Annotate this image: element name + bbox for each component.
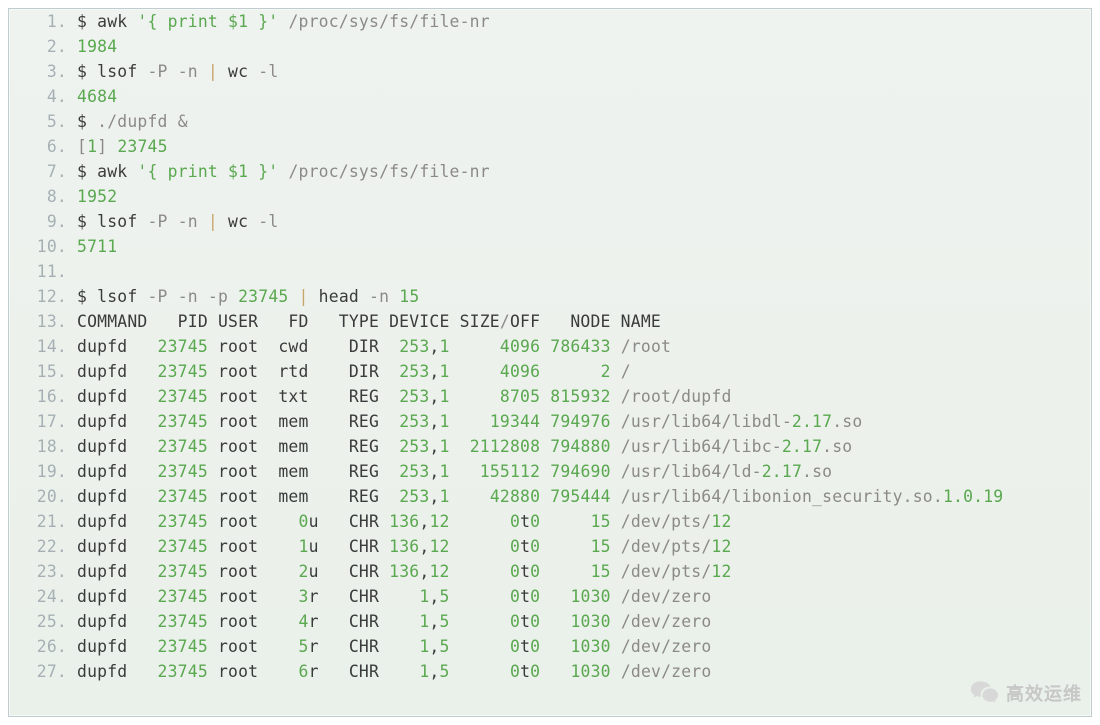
- line-number: 13.: [9, 309, 77, 334]
- line-number: 17.: [9, 409, 77, 434]
- code-line: 18.dupfd 23745 root mem REG 253,1 211280…: [9, 434, 1091, 459]
- line-content: dupfd 23745 root 1u CHR 136,12 0t0 15 /d…: [77, 534, 732, 559]
- code-line: 19.dupfd 23745 root mem REG 253,1 155112…: [9, 459, 1091, 484]
- code-line: 15.dupfd 23745 root rtd DIR 253,1 4096 2…: [9, 359, 1091, 384]
- line-content: dupfd 23745 root 0u CHR 136,12 0t0 15 /d…: [77, 509, 732, 534]
- line-number: 3.: [9, 59, 77, 84]
- code-line: 13.COMMAND PID USER FD TYPE DEVICE SIZE/…: [9, 309, 1091, 334]
- code-line: 26.dupfd 23745 root 5r CHR 1,5 0t0 1030 …: [9, 634, 1091, 659]
- line-content: dupfd 23745 root rtd DIR 253,1 4096 2 /: [77, 359, 631, 384]
- line-number: 12.: [9, 284, 77, 309]
- line-number: 7.: [9, 159, 77, 184]
- code-line: 10.5711: [9, 234, 1091, 259]
- code-line: 11.: [9, 259, 1091, 284]
- line-content: [1] 23745: [77, 134, 168, 159]
- line-content: $ lsof -P -n | wc -l: [77, 59, 278, 84]
- line-number: 11.: [9, 259, 77, 284]
- terminal-frame: 1.$ awk '{ print $1 }' /proc/sys/fs/file…: [8, 8, 1092, 717]
- line-content: dupfd 23745 root 5r CHR 1,5 0t0 1030 /de…: [77, 634, 711, 659]
- code-line: 6.[1] 23745: [9, 134, 1091, 159]
- line-content: dupfd 23745 root 2u CHR 136,12 0t0 15 /d…: [77, 559, 732, 584]
- code-line: 3.$ lsof -P -n | wc -l: [9, 59, 1091, 84]
- line-content: dupfd 23745 root 6r CHR 1,5 0t0 1030 /de…: [77, 659, 711, 684]
- code-line: 2.1984: [9, 34, 1091, 59]
- line-number: 8.: [9, 184, 77, 209]
- line-number: 16.: [9, 384, 77, 409]
- code-line: 9.$ lsof -P -n | wc -l: [9, 209, 1091, 234]
- code-line: 16.dupfd 23745 root txt REG 253,1 8705 8…: [9, 384, 1091, 409]
- code-line: 14.dupfd 23745 root cwd DIR 253,1 4096 7…: [9, 334, 1091, 359]
- line-content: 1952: [77, 184, 117, 209]
- line-content: $ awk '{ print $1 }' /proc/sys/fs/file-n…: [77, 159, 490, 184]
- code-line: 5.$ ./dupfd &: [9, 109, 1091, 134]
- line-number: 6.: [9, 134, 77, 159]
- code-line: 21.dupfd 23745 root 0u CHR 136,12 0t0 15…: [9, 509, 1091, 534]
- line-content: 1984: [77, 34, 117, 59]
- line-number: 9.: [9, 209, 77, 234]
- line-content: $ ./dupfd &: [77, 109, 188, 134]
- line-number: 19.: [9, 459, 77, 484]
- line-number: 20.: [9, 484, 77, 509]
- line-content: dupfd 23745 root txt REG 253,1 8705 8159…: [77, 384, 732, 409]
- line-content: dupfd 23745 root mem REG 253,1 19344 794…: [77, 409, 862, 434]
- code-line: 24.dupfd 23745 root 3r CHR 1,5 0t0 1030 …: [9, 584, 1091, 609]
- line-content: dupfd 23745 root 4r CHR 1,5 0t0 1030 /de…: [77, 609, 711, 634]
- line-number: 22.: [9, 534, 77, 559]
- line-number: 10.: [9, 234, 77, 259]
- line-content: 4684: [77, 84, 117, 109]
- code-block: 1.$ awk '{ print $1 }' /proc/sys/fs/file…: [9, 9, 1091, 684]
- line-content: $ lsof -P -n -p 23745 | head -n 15: [77, 284, 419, 309]
- code-line: 25.dupfd 23745 root 4r CHR 1,5 0t0 1030 …: [9, 609, 1091, 634]
- code-line: 17.dupfd 23745 root mem REG 253,1 19344 …: [9, 409, 1091, 434]
- line-number: 14.: [9, 334, 77, 359]
- line-content: 5711: [77, 234, 117, 259]
- line-number: 24.: [9, 584, 77, 609]
- line-number: 18.: [9, 434, 77, 459]
- line-number: 4.: [9, 84, 77, 109]
- line-content: $ lsof -P -n | wc -l: [77, 209, 278, 234]
- code-line: 1.$ awk '{ print $1 }' /proc/sys/fs/file…: [9, 9, 1091, 34]
- line-content: dupfd 23745 root 3r CHR 1,5 0t0 1030 /de…: [77, 584, 711, 609]
- line-content: $ awk '{ print $1 }' /proc/sys/fs/file-n…: [77, 9, 490, 34]
- watermark-text: 高效运维: [1006, 680, 1082, 706]
- line-number: 21.: [9, 509, 77, 534]
- code-line: 7.$ awk '{ print $1 }' /proc/sys/fs/file…: [9, 159, 1091, 184]
- line-number: 5.: [9, 109, 77, 134]
- code-line: 12.$ lsof -P -n -p 23745 | head -n 15: [9, 284, 1091, 309]
- line-content: dupfd 23745 root mem REG 253,1 2112808 7…: [77, 434, 852, 459]
- line-number: 23.: [9, 559, 77, 584]
- code-line: 20.dupfd 23745 root mem REG 253,1 42880 …: [9, 484, 1091, 509]
- line-number: 25.: [9, 609, 77, 634]
- watermark: 高效运维: [970, 679, 1082, 707]
- line-number: 15.: [9, 359, 77, 384]
- line-content: dupfd 23745 root cwd DIR 253,1 4096 7864…: [77, 334, 671, 359]
- line-number: 1.: [9, 9, 77, 34]
- line-number: 2.: [9, 34, 77, 59]
- wechat-icon: [970, 679, 1000, 707]
- line-content: dupfd 23745 root mem REG 253,1 42880 795…: [77, 484, 1003, 509]
- line-content: COMMAND PID USER FD TYPE DEVICE SIZE/OFF…: [77, 309, 661, 334]
- line-number: 27.: [9, 659, 77, 684]
- line-content: dupfd 23745 root mem REG 253,1 155112 79…: [77, 459, 832, 484]
- code-line: 8.1952: [9, 184, 1091, 209]
- code-line: 27.dupfd 23745 root 6r CHR 1,5 0t0 1030 …: [9, 659, 1091, 684]
- code-line: 4.4684: [9, 84, 1091, 109]
- code-line: 23.dupfd 23745 root 2u CHR 136,12 0t0 15…: [9, 559, 1091, 584]
- code-line: 22.dupfd 23745 root 1u CHR 136,12 0t0 15…: [9, 534, 1091, 559]
- line-number: 26.: [9, 634, 77, 659]
